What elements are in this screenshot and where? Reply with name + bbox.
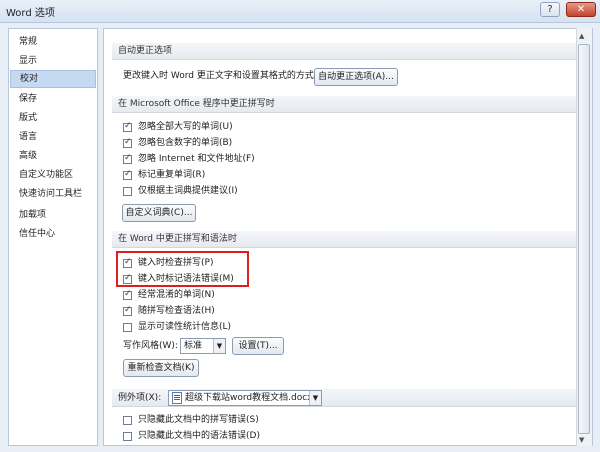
custom-dictionaries-button[interactable]: 自定义词典(C)... <box>122 204 196 222</box>
hide-spelling-errors-checkbox[interactable] <box>123 416 132 425</box>
autocorrect-description: 更改键入时 Word 更正文字和设置其格式的方式: <box>123 71 317 81</box>
ignore-numbers-label: 忽略包含数字的单词(B) <box>138 138 233 148</box>
readability-stats-checkbox[interactable] <box>123 323 132 332</box>
word-document-icon <box>172 392 182 404</box>
chevron-down-icon: ▼ <box>309 391 321 405</box>
sidebar-item-quick-access[interactable]: 快速访问工具栏 <box>10 185 96 203</box>
close-button[interactable]: ✕ <box>566 2 596 17</box>
writing-style-select[interactable]: 标准 ▼ <box>180 338 226 354</box>
scrollbar-thumb[interactable] <box>578 44 590 434</box>
sidebar-item-addins[interactable]: 加载项 <box>10 206 96 224</box>
grammar-settings-button[interactable]: 设置(T)... <box>232 337 284 355</box>
options-sidebar: 常规 显示 校对 保存 版式 语言 高级 自定义功能区 快速访问工具栏 加载项 … <box>8 28 98 446</box>
hide-spelling-errors-label: 只隐藏此文档中的拼写错误(S) <box>138 415 259 425</box>
main-dictionary-only-label: 仅根据主词典提供建议(I) <box>138 186 238 196</box>
word-spelling-section-header: 在 Word 中更正拼写和语法时 <box>112 231 579 248</box>
sidebar-item-advanced[interactable]: 高级 <box>10 147 96 165</box>
scroll-up-arrow-icon[interactable]: ▲ <box>579 32 584 40</box>
flag-repeated-checkbox[interactable] <box>123 169 132 180</box>
grammar-with-spelling-checkbox[interactable] <box>123 305 132 316</box>
exceptions-document-name: 超级下载站word教程文档.docx <box>185 393 313 403</box>
sidebar-item-language[interactable]: 语言 <box>10 128 96 146</box>
sidebar-item-save[interactable]: 保存 <box>10 90 96 108</box>
autocorrect-section-header: 自动更正选项 <box>112 43 579 60</box>
sidebar-item-trust-center[interactable]: 信任中心 <box>10 225 96 243</box>
ignore-numbers-checkbox[interactable] <box>123 137 132 148</box>
highlight-box <box>116 251 249 287</box>
help-button[interactable]: ? <box>540 2 560 17</box>
chevron-down-icon: ▼ <box>213 339 225 353</box>
sidebar-item-customize-ribbon[interactable]: 自定义功能区 <box>10 166 96 184</box>
hide-grammar-errors-label: 只隐藏此文档中的语法错误(D) <box>138 431 260 441</box>
ignore-internet-checkbox[interactable] <box>123 153 132 164</box>
proofing-panel: 自动更正选项 更改键入时 Word 更正文字和设置其格式的方式: 自动更正选项(… <box>103 28 593 446</box>
sidebar-item-layout[interactable]: 版式 <box>10 109 96 127</box>
sidebar-item-proofing[interactable]: 校对 <box>10 70 96 88</box>
writing-style-value: 标准 <box>184 341 203 351</box>
flag-repeated-label: 标记重复单词(R) <box>138 170 206 180</box>
scroll-down-arrow-icon[interactable]: ▼ <box>579 436 584 444</box>
window-title: Word 选项 <box>6 8 55 19</box>
title-bar <box>0 0 600 23</box>
sidebar-item-general[interactable]: 常规 <box>10 33 96 51</box>
writing-style-label: 写作风格(W): <box>123 341 178 351</box>
exceptions-label: 例外项(X): <box>118 393 162 403</box>
exceptions-document-select[interactable]: 超级下载站word教程文档.docx ▼ <box>168 390 322 406</box>
confused-words-checkbox[interactable] <box>123 289 132 300</box>
hide-grammar-errors-checkbox[interactable] <box>123 432 132 441</box>
main-dictionary-only-checkbox[interactable] <box>123 187 132 196</box>
grammar-with-spelling-label: 随拼写检查语法(H) <box>138 306 215 316</box>
sidebar-item-display[interactable]: 显示 <box>10 52 96 70</box>
recheck-document-button[interactable]: 重新检查文档(K) <box>123 359 199 377</box>
ignore-uppercase-label: 忽略全部大写的单词(U) <box>138 122 233 132</box>
ignore-internet-label: 忽略 Internet 和文件地址(F) <box>138 154 255 164</box>
confused-words-label: 经常混淆的单词(N) <box>138 290 215 300</box>
readability-stats-label: 显示可读性统计信息(L) <box>138 322 232 332</box>
autocorrect-options-button[interactable]: 自动更正选项(A)... <box>314 68 398 86</box>
office-spelling-section-header: 在 Microsoft Office 程序中更正拼写时 <box>112 96 579 113</box>
ignore-uppercase-checkbox[interactable] <box>123 121 132 132</box>
